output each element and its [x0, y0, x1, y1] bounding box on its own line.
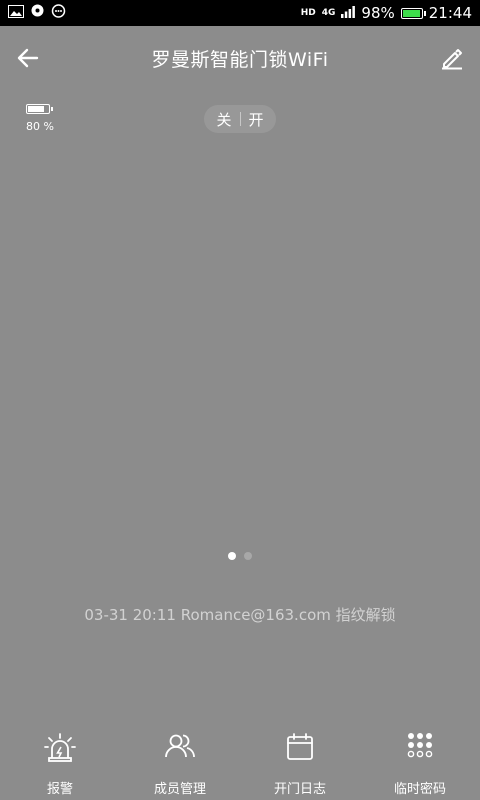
signal-icon	[341, 4, 356, 22]
image-notification-icon	[8, 4, 24, 22]
bottom-nav: 报警 成员管理 开门日志 临时密码	[0, 710, 480, 800]
edit-button[interactable]	[438, 44, 466, 72]
members-icon	[163, 730, 197, 764]
battery-percent: 98%	[361, 4, 395, 22]
app-header: 罗曼斯智能门锁WiFi	[0, 26, 480, 90]
chat-notification-icon	[51, 4, 66, 22]
lock-battery-label: 80 %	[26, 120, 54, 133]
hd-indicator: HD	[300, 8, 316, 18]
message-notification-icon	[30, 4, 45, 22]
alarm-icon	[43, 730, 77, 764]
battery-fill	[402, 9, 421, 17]
nav-members[interactable]: 成员管理	[120, 710, 240, 800]
nav-alarm[interactable]: 报警	[0, 710, 120, 800]
network-type: 4G	[321, 8, 336, 18]
battery-icon	[400, 7, 426, 19]
nav-members-label: 成员管理	[153, 782, 206, 797]
lock-switch[interactable]: 关 开	[204, 105, 276, 133]
notification-icons	[8, 4, 66, 22]
pencil-icon	[442, 49, 462, 70]
lock-switch-on[interactable]: 开	[249, 109, 264, 130]
page-dot	[244, 552, 252, 560]
nav-door-log[interactable]: 开门日志	[240, 710, 360, 800]
back-arrow-icon	[17, 48, 39, 68]
page-dot	[228, 552, 236, 560]
lock-battery-indicator: 80 %	[26, 104, 54, 133]
page-indicator	[0, 552, 480, 560]
lock-battery-fill	[28, 106, 44, 112]
nav-temp-password-label: 临时密码	[393, 782, 446, 797]
page-title: 罗曼斯智能门锁WiFi	[151, 48, 329, 71]
system-status: HD 4G 98% 21:44	[301, 4, 472, 22]
nav-door-log-label: 开门日志	[273, 782, 326, 797]
back-button[interactable]	[14, 44, 42, 72]
latest-unlock-log: 03-31 20:11 Romance@163.com 指纹解锁	[84, 606, 396, 624]
lock-switch-off[interactable]: 关	[216, 109, 231, 130]
calendar-icon	[283, 730, 317, 764]
status-bar: HD 4G 98% 21:44	[0, 0, 480, 26]
clock: 21:44	[428, 4, 472, 22]
lock-battery-icon	[26, 104, 53, 114]
nav-alarm-label: 报警	[46, 782, 73, 797]
nav-temp-password[interactable]: 临时密码	[360, 710, 480, 800]
lock-switch-divider	[239, 112, 241, 126]
keypad-icon	[403, 730, 437, 764]
